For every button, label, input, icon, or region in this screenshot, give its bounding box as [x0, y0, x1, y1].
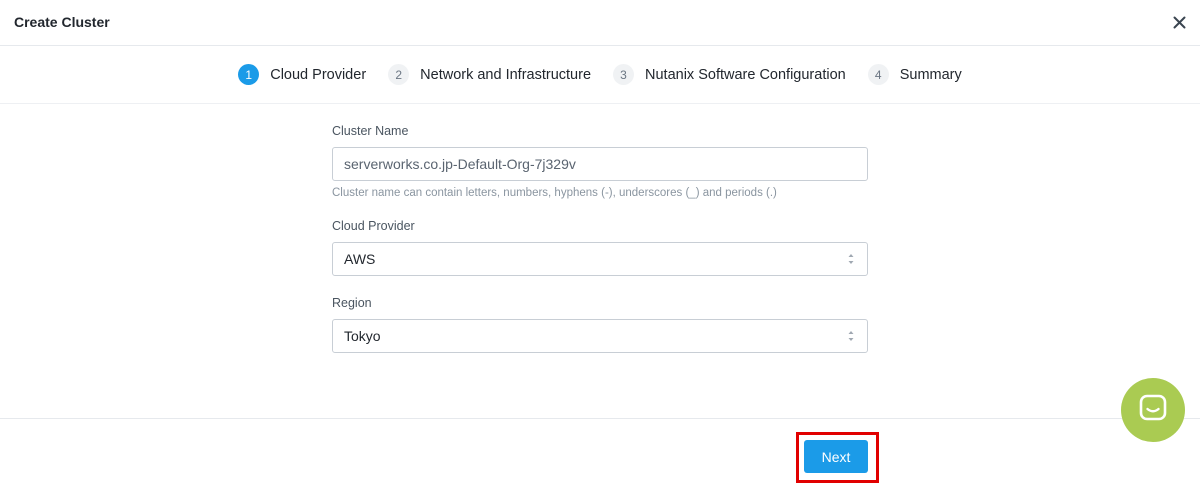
- step-label: Nutanix Software Configuration: [645, 66, 846, 83]
- step-cloud-provider[interactable]: 1 Cloud Provider: [238, 64, 366, 85]
- step-label: Cloud Provider: [270, 66, 367, 83]
- cloud-provider-label: Cloud Provider: [332, 219, 415, 233]
- chat-icon: [1138, 393, 1168, 428]
- step-number: 4: [867, 64, 889, 85]
- cloud-provider-value: AWS: [344, 251, 376, 267]
- next-button[interactable]: Next: [804, 440, 868, 473]
- step-label: Network and Infrastructure: [420, 66, 592, 83]
- step-nutanix-software-configuration[interactable]: 3 Nutanix Software Configuration: [613, 64, 846, 85]
- region-value: Tokyo: [344, 328, 381, 344]
- step-label: Summary: [899, 66, 962, 83]
- wizard-steps: 1 Cloud Provider 2 Network and Infrastru…: [0, 46, 1200, 104]
- step-number: 1: [238, 64, 260, 85]
- cluster-name-input[interactable]: serverworks.co.jp-Default-Org-7j329v: [332, 147, 868, 181]
- step-number: 2: [388, 64, 410, 85]
- cloud-provider-select[interactable]: AWS: [332, 242, 868, 276]
- select-arrows-icon: [847, 252, 855, 266]
- step-network-and-infrastructure[interactable]: 2 Network and Infrastructure: [388, 64, 591, 85]
- dialog-title: Create Cluster: [14, 14, 110, 30]
- dialog-header: Create Cluster: [0, 0, 1200, 46]
- dialog-footer: [0, 418, 1200, 496]
- region-select[interactable]: Tokyo: [332, 319, 868, 353]
- step-number: 3: [613, 64, 635, 85]
- close-icon[interactable]: [1168, 11, 1190, 33]
- region-label: Region: [332, 296, 372, 310]
- create-cluster-dialog: Create Cluster 1 Cloud Provider 2 Networ…: [0, 0, 1200, 496]
- select-arrows-icon: [847, 329, 855, 343]
- cluster-name-hint: Cluster name can contain letters, number…: [332, 187, 777, 199]
- step-summary[interactable]: 4 Summary: [867, 64, 962, 85]
- chat-launcher-button[interactable]: [1121, 378, 1185, 442]
- cluster-name-label: Cluster Name: [332, 124, 409, 138]
- cluster-name-value: serverworks.co.jp-Default-Org-7j329v: [344, 156, 576, 172]
